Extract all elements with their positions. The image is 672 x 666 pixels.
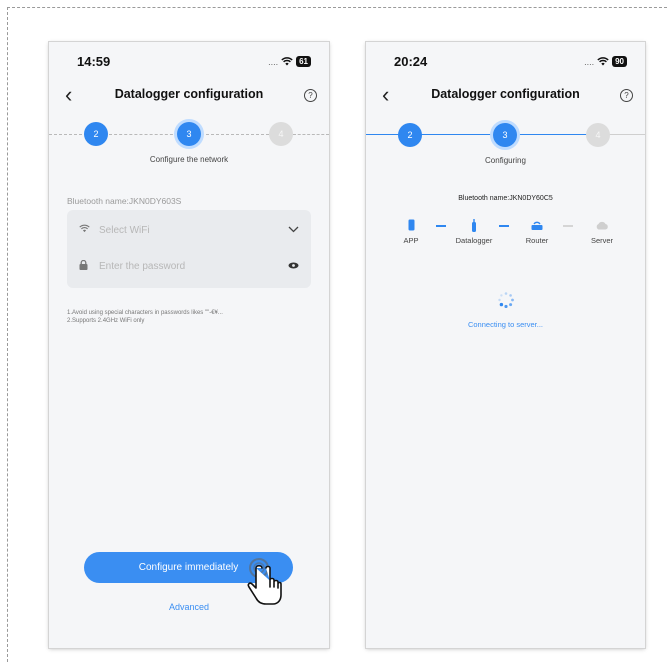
signal-dots-icon: ....: [584, 56, 595, 67]
chevron-down-icon[interactable]: [288, 224, 299, 236]
nav-bar: ‹ Datalogger configuration ?: [366, 84, 645, 108]
wifi-select-placeholder: Select WiFi: [99, 224, 150, 236]
connecting-status: Connecting to server...: [467, 320, 544, 329]
status-icons: .... 90: [584, 56, 627, 67]
step-2: 2: [84, 122, 108, 146]
datalogger-icon: [446, 218, 502, 232]
step-3-current: 3: [177, 122, 201, 146]
progress-line: [201, 134, 269, 135]
wifi-icon: [79, 224, 93, 236]
node-server: Server: [574, 218, 630, 245]
lock-icon: [79, 259, 93, 273]
progress-line: [109, 134, 178, 135]
bluetooth-name: Bluetooth name:JKN0DY60C5: [458, 195, 553, 202]
page-title: Datalogger configuration: [431, 87, 580, 101]
phone-icon: [383, 218, 439, 232]
configure-button-label: Configure immediately: [138, 562, 239, 573]
password-placeholder: Enter the password: [99, 260, 186, 272]
wifi-status-icon: [281, 57, 293, 66]
step-4: 4: [586, 123, 610, 147]
signal-dots-icon: ....: [268, 56, 279, 67]
status-time: 14:59: [77, 54, 111, 69]
wifi-select[interactable]: Select WiFi: [79, 220, 299, 240]
phone-screen-configuring: 20:24 .... 90 ‹ Datalogger configuration…: [366, 42, 645, 648]
cloud-icon: [574, 218, 630, 232]
step-2: 2: [398, 123, 422, 147]
step-label: Configure the network: [149, 155, 229, 164]
node-datalogger: Datalogger: [446, 218, 502, 245]
help-icon[interactable]: ?: [304, 89, 317, 102]
eye-icon[interactable]: [288, 260, 299, 272]
status-bar: 20:24 .... 90: [366, 54, 645, 74]
page-title: Datalogger configuration: [114, 87, 264, 101]
phone-screen-configure-network: 14:59 .... 61 ‹ Datalogger configuration…: [49, 42, 329, 648]
battery-indicator: 61: [296, 56, 311, 67]
progress-line: [49, 134, 87, 135]
node-label: APP: [403, 236, 419, 245]
status-time: 20:24: [394, 54, 428, 69]
battery-indicator: 90: [612, 56, 627, 67]
note-line-2: 2.Supports 2.4GHz WiFi only: [67, 318, 145, 324]
node-label: Datalogger: [455, 236, 493, 245]
connector-pending: [563, 225, 573, 227]
status-icons: .... 61: [268, 56, 311, 67]
node-router: Router: [509, 218, 565, 245]
step-label: Configuring: [485, 156, 526, 165]
status-bar: 14:59 .... 61: [49, 54, 329, 74]
password-notes: 1.Avoid using special characters in pass…: [67, 309, 223, 325]
step-4: 4: [269, 122, 293, 146]
node-app: APP: [383, 218, 439, 245]
note-line-1: 1.Avoid using special characters in pass…: [67, 310, 223, 316]
hand-cursor-icon: [247, 558, 282, 605]
progress-line: [293, 134, 329, 135]
node-label: Router: [525, 236, 549, 245]
wifi-status-icon: [597, 57, 609, 66]
connection-path: APP Datalogger Router Server: [366, 218, 645, 250]
connector-done: [499, 225, 509, 227]
bluetooth-name: Bluetooth name:JKN0DY603S: [67, 196, 182, 206]
password-input[interactable]: Enter the password: [79, 256, 299, 276]
wifi-form: Select WiFi Enter the password: [67, 210, 311, 288]
router-icon: [509, 218, 565, 232]
connector-done: [436, 225, 446, 227]
help-icon[interactable]: ?: [620, 89, 633, 102]
node-label: Server: [590, 236, 614, 245]
nav-bar: ‹ Datalogger configuration ?: [49, 84, 329, 108]
advanced-link[interactable]: Advanced: [49, 602, 329, 612]
step-3-current: 3: [493, 123, 517, 147]
spinner-icon: [498, 292, 514, 308]
